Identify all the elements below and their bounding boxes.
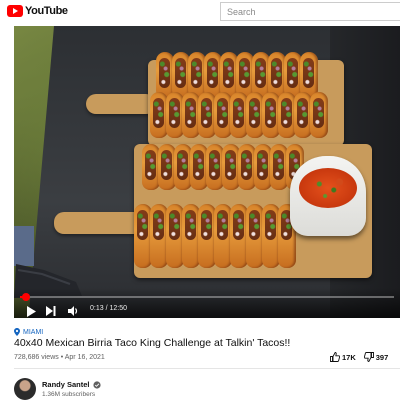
location-link[interactable]: MIAMI [14,328,43,336]
check-circle-icon [92,380,101,389]
thumbs-up-icon [330,352,340,362]
video-frame-board-handle-bottom [54,212,144,234]
thumbs-down-icon [363,352,374,362]
subscriber-count: 1.36M subscribers [42,391,96,398]
video-title: 40x40 Mexican Birria Taco King Challenge… [14,337,291,349]
volume-button[interactable] [66,304,80,318]
current-time: 0:13 [90,305,104,312]
video-actions: 17K 397 [330,352,396,362]
logo-text: YouTube [25,5,68,17]
location-pin-icon [14,328,20,336]
video-frame-taco-row-2 [150,92,328,138]
search-input[interactable] [220,2,400,21]
channel-name: Randy Santel [42,380,90,389]
view-count: 728,686 views [14,354,59,361]
channel-name-link[interactable]: Randy Santel [42,380,101,389]
duration: 12:50 [109,305,127,312]
skip-next-icon [46,306,56,316]
video-frame-consome [299,168,357,208]
like-count: 17K [342,352,356,362]
like-button[interactable]: 17K [330,352,356,362]
play-icon [27,305,36,317]
video-frame-board-handle-top [86,94,156,114]
dislike-button[interactable]: 397 [363,352,389,362]
location-text: MIAMI [23,328,44,336]
video-stats: 728,686 views • Apr 16, 2021 [14,354,105,361]
video-player[interactable]: 0:13 / 12:50 [14,26,400,318]
youtube-play-logo-icon [7,5,23,17]
upload-date: Apr 16, 2021 [64,354,105,361]
play-button[interactable] [24,304,38,318]
progress-bar[interactable] [20,293,394,301]
youtube-logo[interactable]: YouTube [7,5,68,17]
meta-divider [14,368,400,369]
next-button[interactable] [44,304,58,318]
video-frame-taco-row-3 [142,144,304,190]
dislike-count: 397 [375,352,389,362]
time-display: 0:13 / 12:50 [90,305,127,312]
volume-icon [67,306,77,316]
video-frame-taco-row-4 [134,204,296,268]
channel-avatar[interactable] [14,378,36,400]
masthead: YouTube [0,0,400,24]
